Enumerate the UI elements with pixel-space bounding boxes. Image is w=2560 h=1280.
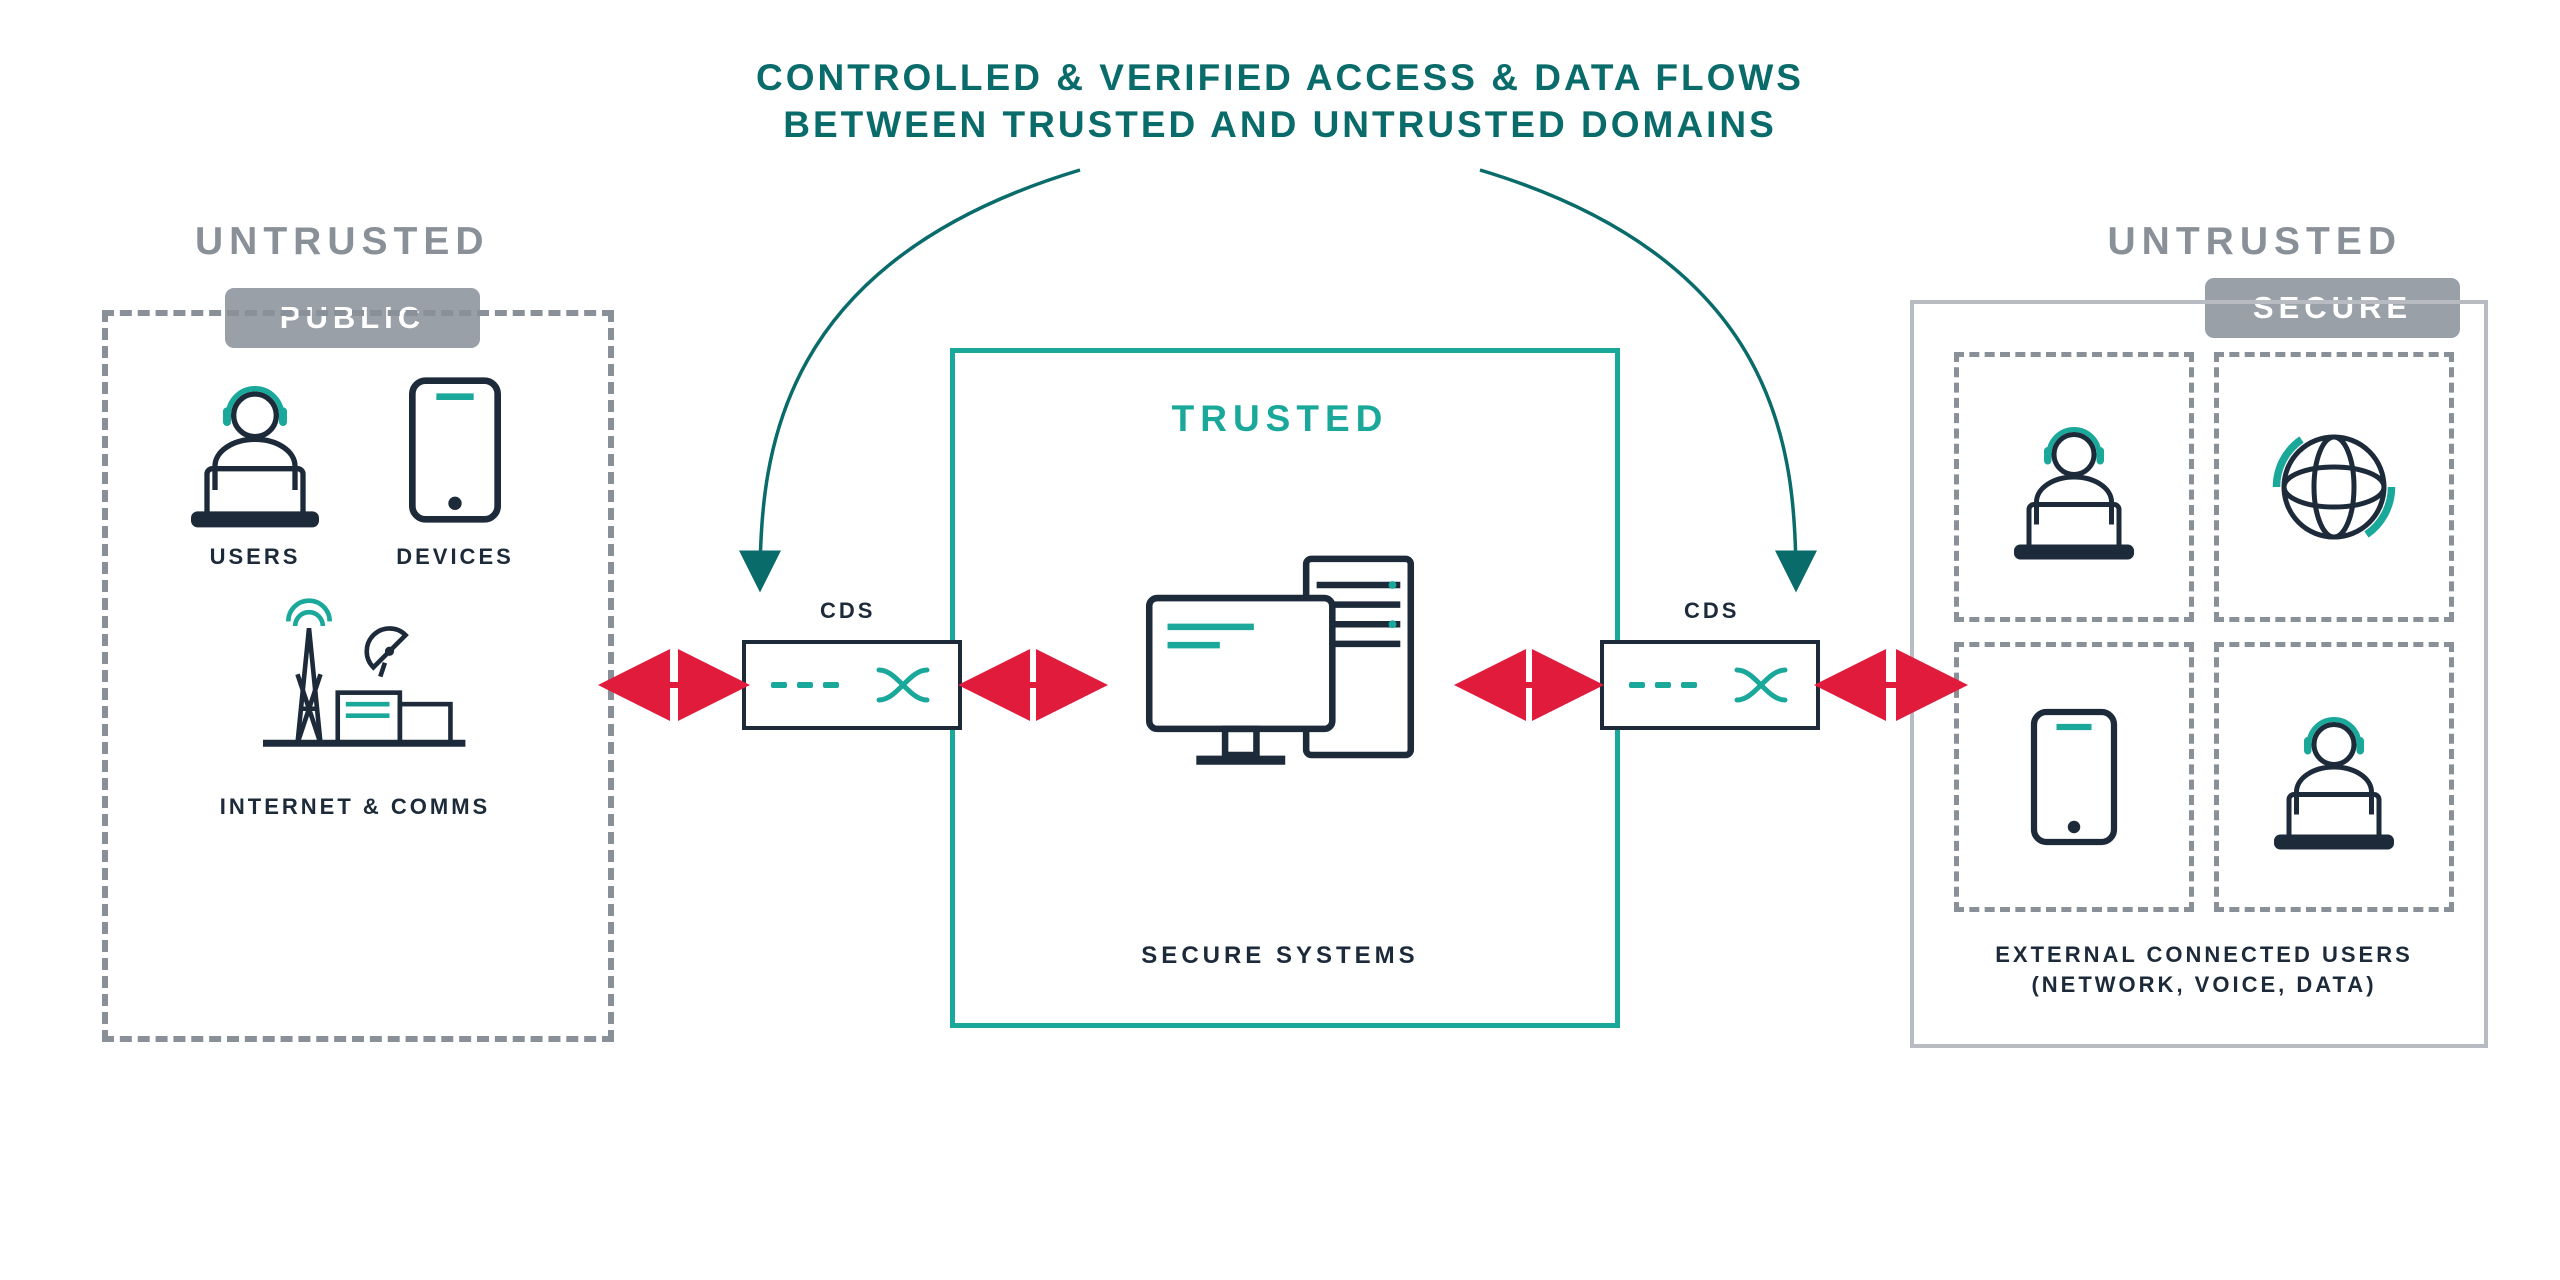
- tablet-icon: [375, 370, 535, 530]
- cds-label-left: CDS: [820, 598, 875, 624]
- user-headset-icon: [1999, 412, 2149, 562]
- diagram-title: CONTROLLED & VERIFIED ACCESS & DATA FLOW…: [756, 54, 1804, 149]
- public-items-grid: USERS DEVICES: [120, 370, 590, 820]
- secure-cell-globe: [2214, 352, 2454, 622]
- secure-systems-icon: [1110, 530, 1450, 815]
- trusted-caption: SECURE SYSTEMS: [950, 942, 1610, 970]
- cds-device-right: [1600, 640, 1820, 730]
- cross-connect-icon: [1731, 660, 1791, 710]
- cds-device-left: [742, 640, 962, 730]
- secure-caption-line-1: EXTERNAL CONNECTED USERS: [1995, 942, 2413, 967]
- secure-cell-tablet: [1954, 642, 2194, 912]
- tablet-icon: [1999, 702, 2149, 852]
- secure-cell-user: [1954, 352, 2194, 622]
- user-headset-icon: [2259, 702, 2409, 852]
- secure-caption: EXTERNAL CONNECTED USERS (NETWORK, VOICE…: [1954, 940, 2454, 999]
- public-item-internet-comms: INTERNET & COMMS: [120, 580, 590, 820]
- diagram-stage: CONTROLLED & VERIFIED ACCESS & DATA FLOW…: [0, 0, 2560, 1280]
- public-item-devices: DEVICES: [375, 370, 535, 570]
- public-users-caption: USERS: [210, 544, 301, 570]
- untrusted-label-right: UNTRUSTED: [2108, 220, 2403, 264]
- globe-icon: [2259, 412, 2409, 562]
- cds-label-right: CDS: [1684, 598, 1739, 624]
- secure-caption-line-2: (NETWORK, VOICE, DATA): [2031, 972, 2376, 997]
- public-devices-caption: DEVICES: [396, 544, 514, 570]
- cds-dashes-icon: [1629, 682, 1697, 688]
- cds-dashes-icon: [771, 682, 839, 688]
- user-headset-icon: [175, 370, 335, 530]
- untrusted-label-left: UNTRUSTED: [195, 220, 490, 264]
- title-line-1: CONTROLLED & VERIFIED ACCESS & DATA FLOW…: [756, 57, 1804, 98]
- comms-infrastructure-icon: [240, 580, 470, 780]
- public-item-users: USERS: [175, 370, 335, 570]
- secure-cell-user-2: [2214, 642, 2454, 912]
- public-comms-caption: INTERNET & COMMS: [220, 794, 490, 820]
- trusted-heading: TRUSTED: [1172, 398, 1389, 440]
- cross-connect-icon: [873, 660, 933, 710]
- title-line-2: BETWEEN TRUSTED AND UNTRUSTED DOMAINS: [783, 104, 1777, 145]
- secure-items-grid: [1954, 352, 2454, 912]
